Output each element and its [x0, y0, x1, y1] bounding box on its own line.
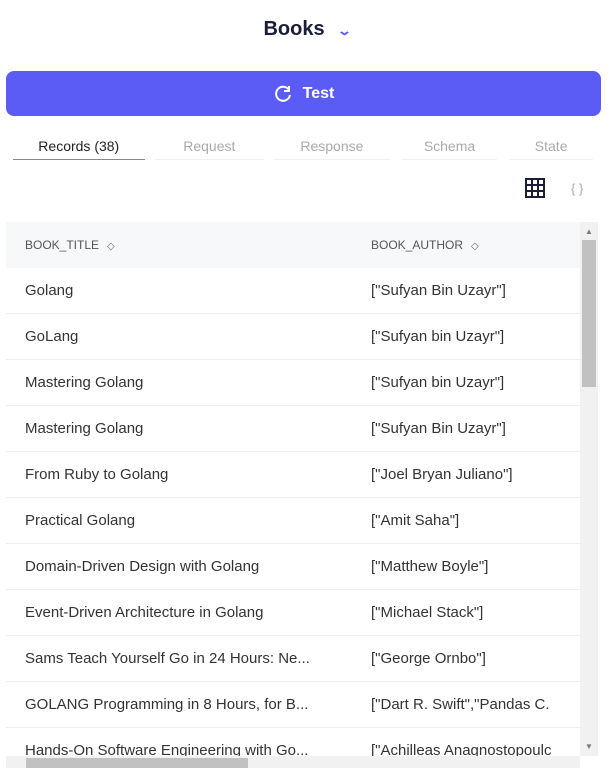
cell-title: GOLANG Programming in 8 Hours, for B... — [25, 696, 309, 713]
cell-author: ["George Ornbo"] — [371, 650, 486, 667]
cell-title: Domain-Driven Design with Golang — [25, 558, 260, 575]
column-label: BOOK_TITLE — [25, 238, 100, 252]
scroll-thumb[interactable] — [582, 240, 596, 387]
scroll-up-icon[interactable]: ▲ — [585, 227, 593, 236]
cell-title: Mastering Golang — [25, 420, 144, 437]
cell-author: ["Michael Stack"] — [371, 604, 484, 621]
test-button[interactable]: Test — [6, 71, 601, 116]
cell-title: Golang — [25, 282, 74, 299]
test-button-label: Test — [302, 84, 335, 102]
cell-author: ["Sufyan bin Uzayr"] — [371, 328, 505, 345]
column-label: BOOK_AUTHOR — [371, 238, 464, 252]
grid-icon[interactable] — [525, 178, 545, 198]
table-row[interactable]: Domain-Driven Design with Golang ["Matthe… — [6, 544, 580, 590]
tab-state[interactable]: State — [509, 138, 593, 160]
json-braces-icon[interactable]: { } — [571, 181, 583, 196]
tab-records[interactable]: Records (38) — [13, 138, 145, 160]
table-row[interactable]: GoLang ["Sufyan bin Uzayr"] — [6, 314, 580, 360]
column-header-author[interactable]: BOOK_AUTHOR ◇ — [371, 238, 580, 252]
table-row[interactable]: Mastering Golang ["Sufyan bin Uzayr"] — [6, 360, 580, 406]
table-row[interactable]: Practical Golang ["Amit Saha"] — [6, 498, 580, 544]
tab-bar: Records (38) Request Response Schema Sta… — [13, 138, 593, 160]
records-table: BOOK_TITLE ◇ BOOK_AUTHOR ◇ Golang ["Sufyan … — [6, 222, 580, 756]
vertical-scrollbar[interactable]: ▲ ▼ — [580, 222, 598, 756]
table-row[interactable]: Golang ["Sufyan Bin Uzayr"] — [6, 268, 580, 314]
tab-schema[interactable]: Schema — [401, 138, 498, 160]
sort-icon[interactable]: ◇ — [471, 241, 479, 252]
cell-title: Mastering Golang — [25, 374, 144, 391]
chevron-down-icon[interactable]: ⌄ — [336, 23, 351, 39]
table-row[interactable]: Sams Teach Yourself Go in 24 Hours: Ne..… — [6, 636, 580, 682]
table-row[interactable]: Event-Driven Architecture in Golang ["Mic… — [6, 590, 580, 636]
table-row[interactable]: GOLANG Programming in 8 Hours, for B... [… — [6, 682, 580, 728]
table-row[interactable]: Hands-On Software Engineering with Go...… — [6, 728, 580, 756]
page-title[interactable]: Books ⌄ — [0, 18, 613, 41]
cell-author: ["Joel Bryan Juliano"] — [371, 466, 513, 483]
title-text: Books — [263, 18, 325, 40]
cell-author: ["Sufyan Bin Uzayr"] — [371, 282, 506, 299]
table-header: BOOK_TITLE ◇ BOOK_AUTHOR ◇ — [6, 222, 580, 268]
cell-title: Hands-On Software Engineering with Go... — [25, 742, 309, 756]
horizontal-scrollbar[interactable] — [6, 756, 580, 768]
scroll-down-icon[interactable]: ▼ — [585, 742, 593, 751]
cell-author: ["Sufyan Bin Uzayr"] — [371, 420, 506, 437]
cell-title: From Ruby to Golang — [25, 466, 169, 483]
column-header-title[interactable]: BOOK_TITLE ◇ — [6, 238, 371, 252]
cell-author: ["Dart R. Swift","Pandas C. — [371, 696, 550, 713]
scroll-thumb[interactable] — [26, 758, 248, 768]
cell-author: ["Amit Saha"] — [371, 512, 460, 529]
cell-title: Practical Golang — [25, 512, 136, 529]
cell-title: Event-Driven Architecture in Golang — [25, 604, 264, 621]
sort-icon[interactable]: ◇ — [107, 241, 115, 252]
tab-request[interactable]: Request — [154, 138, 265, 160]
refresh-icon — [274, 85, 291, 102]
cell-title: GoLang — [25, 328, 79, 345]
tab-response[interactable]: Response — [274, 138, 390, 160]
cell-author: ["Sufyan bin Uzayr"] — [371, 374, 505, 391]
table-row[interactable]: Mastering Golang ["Sufyan Bin Uzayr"] — [6, 406, 580, 452]
cell-title: Sams Teach Yourself Go in 24 Hours: Ne..… — [25, 650, 310, 667]
cell-author: ["Matthew Boyle"] — [371, 558, 489, 575]
cell-author: ["Achilleas Anagnostopoulc — [371, 742, 552, 756]
table-row[interactable]: From Ruby to Golang ["Joel Bryan Juliano"… — [6, 452, 580, 498]
